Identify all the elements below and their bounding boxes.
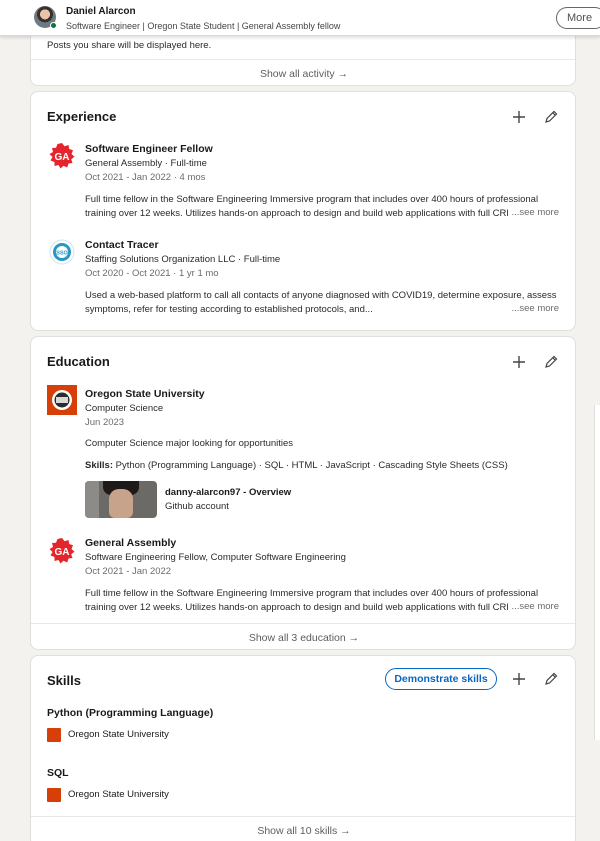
ga-logo-text: GA xyxy=(55,547,70,558)
education-description: Full time fellow in the Software Enginee… xyxy=(85,587,563,615)
show-all-skills-link[interactable]: Show all 10 skills → xyxy=(31,816,575,841)
experience-dates: Oct 2020 - Oct 2021 · 1 yr 1 mo xyxy=(85,268,219,279)
education-school[interactable]: General Assembly xyxy=(85,537,176,549)
activity-empty-text: Posts you share will be displayed here. xyxy=(47,40,212,51)
see-more-link[interactable]: ...see more xyxy=(508,207,559,218)
edit-pencil-icon xyxy=(545,355,558,368)
show-all-education-link[interactable]: Show all 3 education → xyxy=(31,623,575,649)
demonstrate-skills-button[interactable]: Demonstrate skills xyxy=(385,668,497,690)
add-skill-button[interactable] xyxy=(509,669,529,689)
ga-logo: GA xyxy=(49,538,75,564)
add-experience-button[interactable] xyxy=(509,107,529,127)
education-dates: Oct 2021 - Jan 2022 xyxy=(85,566,172,577)
education-card: Education Oregon State University Comput… xyxy=(30,336,576,650)
skill-name[interactable]: Python (Programming Language) xyxy=(47,707,213,719)
see-more-link[interactable]: ...see more xyxy=(508,303,559,314)
add-icon xyxy=(513,111,525,123)
skills-title: Skills xyxy=(47,673,81,688)
experience-card: Experience GA Software Engineer Fellow G… xyxy=(30,91,576,331)
ga-logo: GA xyxy=(49,143,75,169)
description-line: symptoms, refer for testing according to… xyxy=(85,304,373,315)
education-degree: Computer Science xyxy=(85,403,164,414)
add-education-button[interactable] xyxy=(509,352,529,372)
osu-logo xyxy=(47,788,61,802)
experience-description: Used a web-based platform to call all co… xyxy=(85,289,563,317)
edit-pencil-icon xyxy=(545,110,558,123)
description-line: Full time fellow in the Software Enginee… xyxy=(85,588,539,599)
experience-org: Staffing Solutions Organization LLC · Fu… xyxy=(85,254,281,265)
skills-list: Python (Programming Language) · SQL · HT… xyxy=(115,460,508,471)
show-all-activity-link[interactable]: Show all activity → xyxy=(31,59,575,85)
skills-card: Skills Demonstrate skills Python (Progra… xyxy=(30,655,576,841)
media-subtitle: Github account xyxy=(165,501,229,512)
github-media-thumbnail[interactable] xyxy=(85,481,157,518)
edit-experience-button[interactable] xyxy=(541,107,561,127)
ssc-logo-text: SSO xyxy=(56,251,68,257)
education-school[interactable]: Oregon State University xyxy=(85,388,205,400)
ga-logo-text: GA xyxy=(55,152,70,163)
skill-source: Oregon State University xyxy=(68,789,169,800)
education-title: Education xyxy=(47,354,110,369)
education-degree: Software Engineering Fellow, Computer So… xyxy=(85,552,346,563)
education-dates: Jun 2023 xyxy=(85,417,125,428)
add-icon xyxy=(513,673,525,685)
description-line: Used a web-based platform to call all co… xyxy=(85,290,557,301)
ssc-logo: SSO xyxy=(49,239,75,265)
experience-title-text[interactable]: Contact Tracer xyxy=(85,239,159,251)
skill-source: Oregon State University xyxy=(68,729,169,740)
profile-sticky-header: Daniel Alarcon Software Engineer | Orego… xyxy=(0,0,600,36)
experience-description: Full time fellow in the Software Enginee… xyxy=(85,193,563,221)
skill-name[interactable]: SQL xyxy=(47,767,69,779)
thumbnail-backdrop xyxy=(85,481,99,518)
experience-title-text[interactable]: Software Engineer Fellow xyxy=(85,143,213,155)
experience-org: General Assembly · Full-time xyxy=(85,158,207,169)
more-button[interactable]: More xyxy=(556,7,600,29)
experience-dates: Oct 2021 - Jan 2022 · 4 mos xyxy=(85,172,206,183)
edit-skills-button[interactable] xyxy=(541,669,561,689)
see-more-link[interactable]: ...see more xyxy=(508,601,559,612)
osu-logo xyxy=(47,728,61,742)
media-title[interactable]: danny-alarcon97 - Overview xyxy=(165,487,291,498)
osu-logo xyxy=(47,385,77,415)
edit-education-button[interactable] xyxy=(541,352,561,372)
online-status-dot xyxy=(50,22,57,29)
description-line: training over 12 weeks. Utilizes hands-o… xyxy=(85,208,510,219)
experience-title: Experience xyxy=(47,109,117,124)
add-icon xyxy=(513,356,525,368)
description-line: training over 12 weeks. Utilizes hands-o… xyxy=(85,602,510,613)
thumbnail-face xyxy=(109,489,133,518)
profile-name: Daniel Alarcon xyxy=(66,6,136,17)
education-description: Computer Science major looking for oppor… xyxy=(85,438,294,449)
profile-headline: Software Engineer | Oregon State Student… xyxy=(66,21,341,31)
sidebar-edge xyxy=(594,405,600,740)
education-skills: Skills: Python (Programming Language) · … xyxy=(85,460,508,471)
description-line: Full time fellow in the Software Enginee… xyxy=(85,194,539,205)
skills-label: Skills: xyxy=(85,460,113,471)
edit-pencil-icon xyxy=(545,672,558,685)
